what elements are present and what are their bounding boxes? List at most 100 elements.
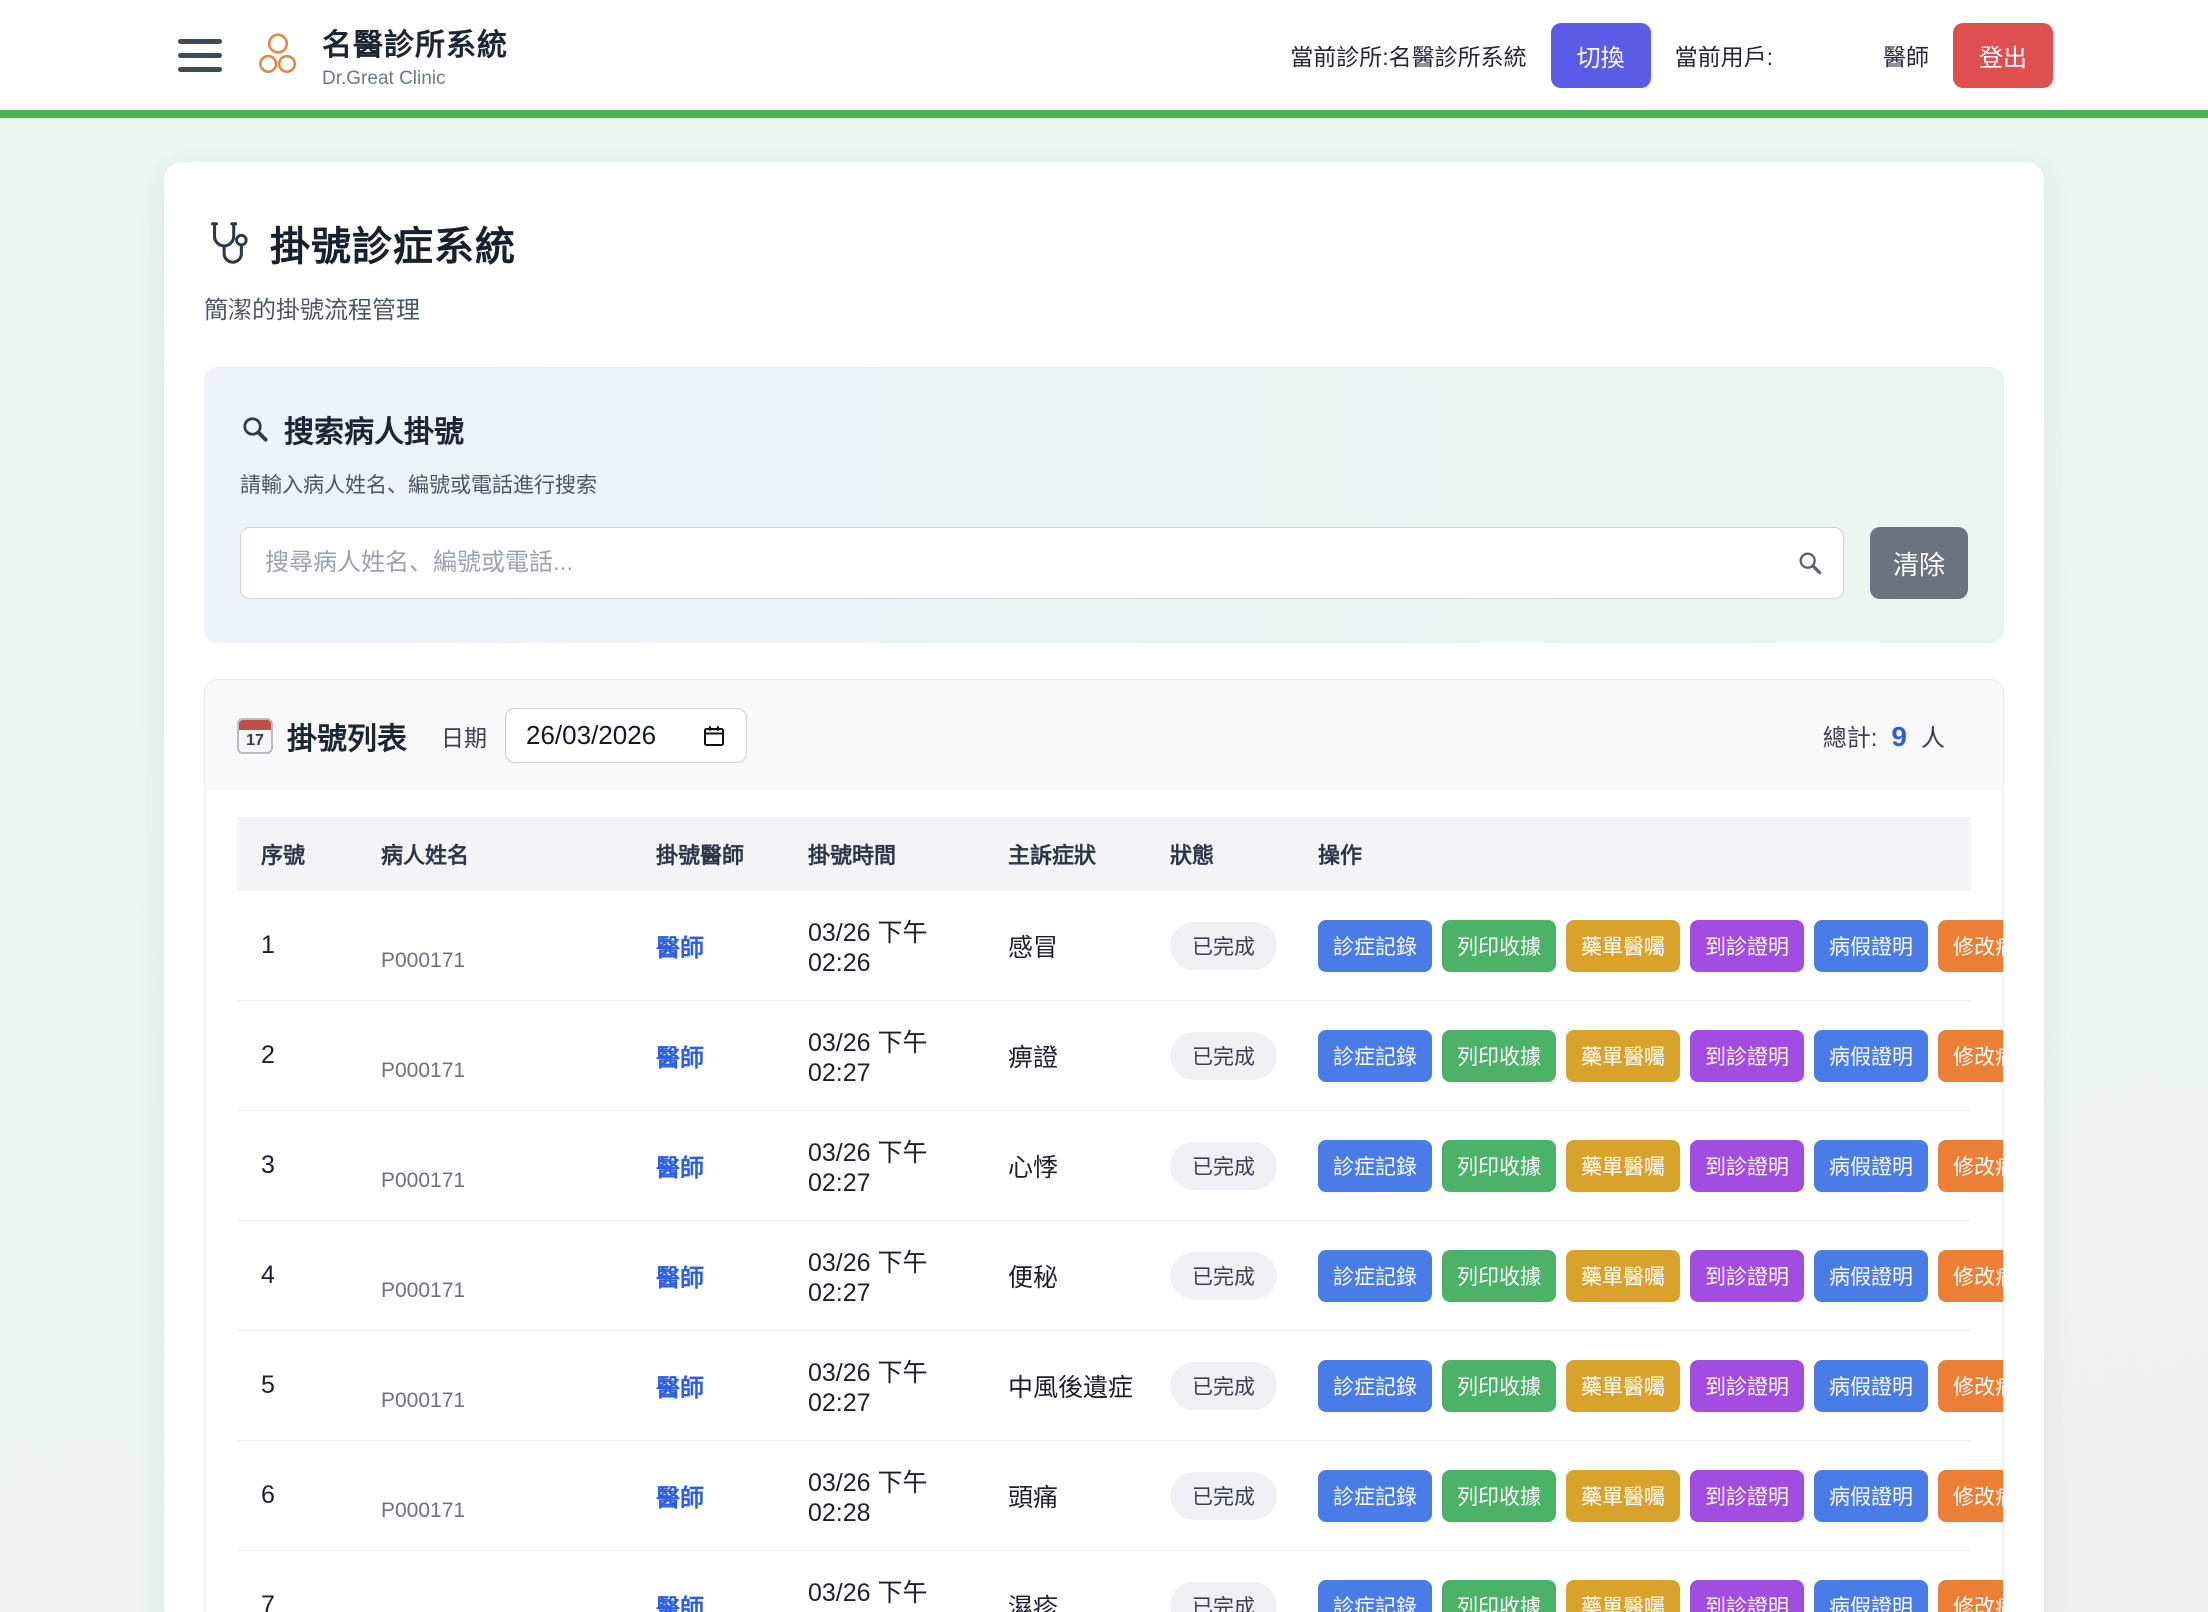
doctor-link[interactable]: 醫師 xyxy=(656,1375,704,1402)
date-picker-icon[interactable] xyxy=(702,724,726,748)
table-row: 3 P000171 醫師 03/26 下午02:27 心悸 已完成 診症記錄列印… xyxy=(237,1111,1971,1221)
col-header-actions: 操作 xyxy=(1294,817,1971,891)
action-med-button[interactable]: 藥單醫囑 xyxy=(1566,1580,1680,1612)
action-med-button[interactable]: 藥單醫囑 xyxy=(1566,1250,1680,1302)
green-accent-bar xyxy=(0,110,2208,118)
row-symptom: 頭痛 xyxy=(984,1441,1146,1551)
status-badge: 已完成 xyxy=(1170,1142,1277,1190)
action-record-button[interactable]: 診症記錄 xyxy=(1318,1580,1432,1612)
row-actions: 診症記錄列印收據藥單醫囑到診證明病假證明修改病歷 xyxy=(1318,1470,1971,1522)
action-print-button[interactable]: 列印收據 xyxy=(1442,1580,1556,1612)
status-badge: 已完成 xyxy=(1170,922,1277,970)
action-edit-button[interactable]: 修改病歷 xyxy=(1938,1250,2004,1302)
row-seq: 5 xyxy=(237,1331,357,1441)
table-row: 4 P000171 醫師 03/26 下午02:27 便秘 已完成 診症記錄列印… xyxy=(237,1221,1971,1331)
action-cert-button[interactable]: 到診證明 xyxy=(1690,1580,1804,1612)
action-sick-button[interactable]: 病假證明 xyxy=(1814,1580,1928,1612)
row-seq: 6 xyxy=(237,1441,357,1551)
row-seq: 7 xyxy=(237,1551,357,1612)
action-med-button[interactable]: 藥單醫囑 xyxy=(1566,920,1680,972)
row-symptom: 中風後遺症 xyxy=(984,1331,1146,1441)
patient-name xyxy=(381,1358,632,1386)
col-header-doctor: 掛號醫師 xyxy=(632,817,784,891)
search-input-icon xyxy=(1796,549,1824,577)
action-record-button[interactable]: 診症記錄 xyxy=(1318,1360,1432,1412)
page-subtitle: 簡潔的掛號流程管理 xyxy=(204,290,2004,325)
action-cert-button[interactable]: 到診證明 xyxy=(1690,1470,1804,1522)
action-record-button[interactable]: 診症記錄 xyxy=(1318,1030,1432,1082)
brand: 名醫診所系統 Dr.Great Clinic xyxy=(252,20,508,90)
action-med-button[interactable]: 藥單醫囑 xyxy=(1566,1030,1680,1082)
logout-button[interactable]: 登出 xyxy=(1953,23,2053,88)
action-sick-button[interactable]: 病假證明 xyxy=(1814,1360,1928,1412)
table-row: 1 P000171 醫師 03/26 下午02:26 感冒 已完成 診症記錄列印… xyxy=(237,891,1971,1001)
action-edit-button[interactable]: 修改病歷 xyxy=(1938,1470,2004,1522)
date-input[interactable]: 26/03/2026 xyxy=(505,708,747,763)
doctor-link[interactable]: 醫師 xyxy=(656,935,704,962)
doctor-link[interactable]: 醫師 xyxy=(656,1155,704,1182)
doctor-link[interactable]: 醫師 xyxy=(656,1265,704,1292)
top-bar: 名醫診所系統 Dr.Great Clinic 當前診所:名醫診所系統 切換 當前… xyxy=(0,0,2208,110)
action-print-button[interactable]: 列印收據 xyxy=(1442,1250,1556,1302)
switch-clinic-button[interactable]: 切換 xyxy=(1551,23,1651,88)
action-sick-button[interactable]: 病假證明 xyxy=(1814,1140,1928,1192)
page-title-row: 掛號診症系統 xyxy=(204,214,2004,272)
doctor-link[interactable]: 醫師 xyxy=(656,1595,704,1612)
doctor-link[interactable]: 醫師 xyxy=(656,1045,704,1072)
action-print-button[interactable]: 列印收據 xyxy=(1442,920,1556,972)
table-row: 7 P000171 醫師 03/26 下午02:28 濕疹 已完成 診症記錄列印… xyxy=(237,1551,1971,1612)
row-symptom: 痹證 xyxy=(984,1001,1146,1111)
action-edit-button[interactable]: 修改病歷 xyxy=(1938,920,2004,972)
patient-id: P000171 xyxy=(381,1499,632,1523)
search-panel: 搜索病人掛號 請輸入病人姓名、編號或電話進行搜索 清除 xyxy=(204,367,2004,643)
action-sick-button[interactable]: 病假證明 xyxy=(1814,1030,1928,1082)
registration-table: 序號 病人姓名 掛號醫師 掛號時間 主訴症狀 狀態 操作 1 P000171 醫… xyxy=(237,817,1971,1612)
list-title: 掛號列表 xyxy=(287,714,407,758)
total-unit: 人 xyxy=(1921,718,1945,753)
row-time: 03/26 下午02:27 xyxy=(784,1001,984,1111)
row-time: 03/26 下午02:27 xyxy=(784,1331,984,1441)
action-med-button[interactable]: 藥單醫囑 xyxy=(1566,1470,1680,1522)
action-print-button[interactable]: 列印收據 xyxy=(1442,1470,1556,1522)
registration-table-wrap: 序號 病人姓名 掛號醫師 掛號時間 主訴症狀 狀態 操作 1 P000171 醫… xyxy=(205,791,2003,1612)
action-edit-button[interactable]: 修改病歷 xyxy=(1938,1140,2004,1192)
action-cert-button[interactable]: 到診證明 xyxy=(1690,1140,1804,1192)
action-edit-button[interactable]: 修改病歷 xyxy=(1938,1360,2004,1412)
patient-name xyxy=(381,1028,632,1056)
row-patient: P000171 xyxy=(357,891,632,1001)
action-med-button[interactable]: 藥單醫囑 xyxy=(1566,1360,1680,1412)
action-edit-button[interactable]: 修改病歷 xyxy=(1938,1580,2004,1612)
action-cert-button[interactable]: 到診證明 xyxy=(1690,1360,1804,1412)
action-record-button[interactable]: 診症記錄 xyxy=(1318,920,1432,972)
action-cert-button[interactable]: 到診證明 xyxy=(1690,1250,1804,1302)
action-med-button[interactable]: 藥單醫囑 xyxy=(1566,1140,1680,1192)
search-title: 搜索病人掛號 xyxy=(284,407,464,451)
action-print-button[interactable]: 列印收據 xyxy=(1442,1140,1556,1192)
date-value: 26/03/2026 xyxy=(526,720,656,751)
action-sick-button[interactable]: 病假證明 xyxy=(1814,1470,1928,1522)
action-cert-button[interactable]: 到診證明 xyxy=(1690,1030,1804,1082)
doctor-link[interactable]: 醫師 xyxy=(656,1485,704,1512)
current-clinic-label: 當前診所:名醫診所系統 xyxy=(1290,38,1526,72)
action-sick-button[interactable]: 病假證明 xyxy=(1814,1250,1928,1302)
action-edit-button[interactable]: 修改病歷 xyxy=(1938,1030,2004,1082)
action-record-button[interactable]: 診症記錄 xyxy=(1318,1470,1432,1522)
menu-icon[interactable] xyxy=(178,39,222,72)
search-input[interactable] xyxy=(240,527,1844,599)
row-actions: 診症記錄列印收據藥單醫囑到診證明病假證明修改病歷 xyxy=(1318,1580,1971,1612)
clear-search-button[interactable]: 清除 xyxy=(1870,527,1968,599)
action-record-button[interactable]: 診症記錄 xyxy=(1318,1140,1432,1192)
search-hint: 請輸入病人姓名、編號或電話進行搜索 xyxy=(240,469,1968,499)
action-record-button[interactable]: 診症記錄 xyxy=(1318,1250,1432,1302)
page-title: 掛號診症系統 xyxy=(270,214,516,272)
row-actions: 診症記錄列印收據藥單醫囑到診證明病假證明修改病歷 xyxy=(1318,1140,1971,1192)
action-print-button[interactable]: 列印收據 xyxy=(1442,1360,1556,1412)
action-print-button[interactable]: 列印收據 xyxy=(1442,1030,1556,1082)
action-cert-button[interactable]: 到診證明 xyxy=(1690,920,1804,972)
total-label: 總計: xyxy=(1823,718,1878,753)
patient-name xyxy=(381,1138,632,1166)
main-card: 掛號診症系統 簡潔的掛號流程管理 搜索病人掛號 請輸入病人姓名、編號或電話進行搜… xyxy=(164,162,2044,1612)
action-sick-button[interactable]: 病假證明 xyxy=(1814,920,1928,972)
current-user-name xyxy=(1797,40,1859,70)
row-actions: 診症記錄列印收據藥單醫囑到診證明病假證明修改病歷 xyxy=(1318,1360,1971,1412)
